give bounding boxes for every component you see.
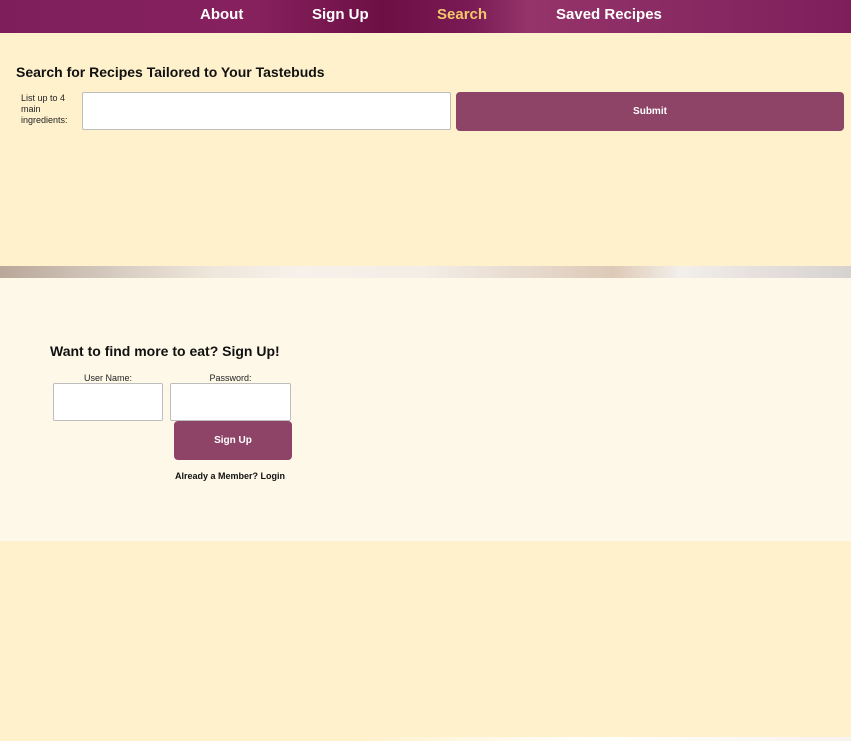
password-label: Password: (209, 373, 252, 383)
nav-link-search[interactable]: Search (437, 6, 487, 24)
nav-link-about[interactable]: About (200, 6, 243, 24)
background-photo-strip (0, 266, 851, 278)
ingredients-label: List up to 4 main ingredients: (21, 93, 68, 125)
username-label: User Name: (83, 373, 132, 383)
bottom-photo-edge (0, 737, 851, 741)
password-input[interactable] (170, 383, 291, 421)
top-navbar: About Sign Up Search Saved Recipes (0, 0, 851, 33)
signup-heading: Want to find more to eat? Sign Up! (50, 343, 280, 359)
signup-section: Want to find more to eat? Sign Up! User … (0, 278, 851, 541)
bottom-section (0, 541, 851, 741)
submit-button[interactable]: Submit (456, 92, 844, 131)
sign-up-button[interactable]: Sign Up (174, 421, 292, 460)
search-heading: Search for Recipes Tailored to Your Tast… (16, 64, 325, 80)
username-input[interactable] (53, 383, 163, 421)
nav-link-sign-up[interactable]: Sign Up (312, 6, 369, 24)
nav-link-saved-recipes[interactable]: Saved Recipes (556, 6, 662, 24)
ingredients-input[interactable] (82, 92, 451, 130)
search-section: Search for Recipes Tailored to Your Tast… (0, 33, 851, 266)
login-link[interactable]: Already a Member? Login (160, 471, 300, 481)
